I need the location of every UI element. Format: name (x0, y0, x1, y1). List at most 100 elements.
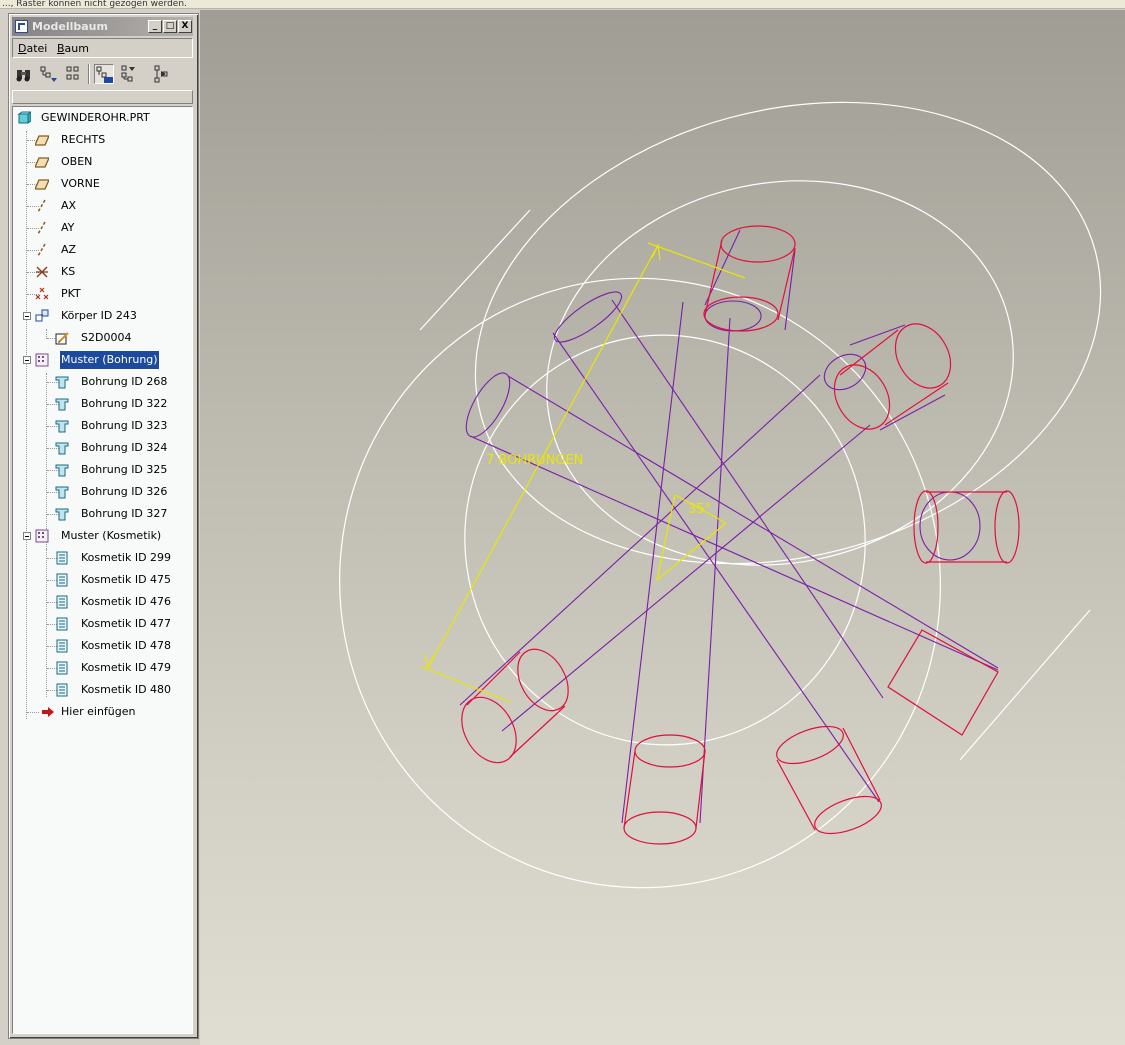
tree-column-header[interactable] (12, 90, 193, 104)
model-tree: GEWINDEROHR.PRT RECHTS OBEN VORNE AX AY (12, 106, 193, 1034)
tree-item-datum[interactable]: RECHTS (13, 131, 192, 149)
tree-item-body[interactable]: Körper ID 243 (13, 307, 192, 325)
tree-item-datum[interactable]: AX (13, 197, 192, 215)
tree-item-cosmetic[interactable]: Kosmetik ID 477 (13, 615, 192, 633)
minimize-button[interactable]: _ (148, 20, 162, 33)
tree-item-hole[interactable]: Bohrung ID 268 (13, 373, 192, 391)
tree-item-hole[interactable]: Bohrung ID 324 (13, 439, 192, 457)
tree-item-cosmetic[interactable]: Kosmetik ID 479 (13, 659, 192, 677)
hole-icon (55, 398, 69, 411)
hole-icon (55, 486, 69, 499)
cosmetic-thread-icon (56, 617, 68, 631)
cosmetic-thread-icon (56, 551, 68, 565)
menu-baum-label: aum (64, 42, 89, 55)
tree-item-label: AY (61, 221, 75, 234)
coordinate-system-icon (36, 266, 48, 278)
tree-item-label: Kosmetik ID 477 (81, 617, 172, 630)
tree-item-cosmetic[interactable]: Kosmetik ID 478 (13, 637, 192, 655)
tree-item-datum[interactable]: VORNE (13, 175, 192, 193)
cosmetic-thread-icon (56, 639, 68, 653)
tree-item-label: Kosmetik ID 475 (81, 573, 172, 586)
datum-plane-icon (35, 135, 49, 146)
settings-filter-icon[interactable] (39, 64, 59, 84)
tree-columns-icon[interactable] (64, 64, 84, 84)
collapse-toggle[interactable] (23, 532, 31, 540)
hole-icon (55, 508, 69, 521)
menu-baum[interactable]: Baum (57, 42, 89, 55)
tree-item-label: Hier einfügen (61, 705, 136, 718)
show-icon[interactable] (14, 64, 34, 84)
layer-tree-icon[interactable] (94, 64, 114, 84)
cosmetic-thread-icon (56, 595, 68, 609)
collapse-toggle[interactable] (23, 356, 31, 364)
tree-item-sketch[interactable]: S2D0004 (13, 329, 192, 347)
datum-plane-icon (35, 179, 49, 190)
tree-item-label: Bohrung ID 323 (81, 419, 168, 432)
tree-item-label: Kosmetik ID 478 (81, 639, 172, 652)
tree-item-hole[interactable]: Bohrung ID 327 (13, 505, 192, 523)
tree-item-hole[interactable]: Bohrung ID 325 (13, 461, 192, 479)
maximize-button[interactable]: □ (163, 20, 177, 33)
tree-item-datum[interactable]: OBEN (13, 153, 192, 171)
menu-datei-label: atei (26, 42, 48, 55)
silhouette-line-1 (419, 209, 531, 331)
collapse-toggle[interactable] (23, 312, 31, 320)
datum-axis-icon (37, 243, 46, 257)
menu-baum-accel: B (57, 42, 65, 55)
tree-item-datum[interactable]: KS (13, 263, 192, 281)
menu-datei[interactable]: Datei (18, 42, 47, 55)
tree-item-cosmetic[interactable]: Kosmetik ID 476 (13, 593, 192, 611)
datum-axis-icon (37, 199, 46, 213)
cosmetic-thread-icon (56, 683, 68, 697)
pattern-icon (35, 529, 49, 543)
tree-item-label: Kosmetik ID 476 (81, 595, 172, 608)
angle-dimension[interactable]: 35° (688, 502, 711, 517)
hole-icon (55, 442, 69, 455)
cosmetic-thread-icon (56, 661, 68, 675)
tree-item-label: VORNE (61, 177, 100, 190)
tree-item-datum[interactable]: AZ (13, 241, 192, 259)
tree-item-datum[interactable]: PKT (13, 285, 192, 303)
tree-item-label: Bohrung ID 268 (81, 375, 168, 388)
tree-item-hole[interactable]: Bohrung ID 326 (13, 483, 192, 501)
cosmetic-thread-icon (56, 573, 68, 587)
window-title: Modellbaum (32, 20, 108, 33)
tree-item-pattern-cosmetic[interactable]: Muster (Kosmetik) (13, 527, 192, 545)
tree-item-label: OBEN (61, 155, 93, 168)
tree-item-pattern-holes[interactable]: Muster (Bohrung) (13, 350, 192, 370)
model-wireframe[interactable]: 7 BOHRUNGEN 35° (200, 10, 1125, 1045)
tree-item-label: S2D0004 (81, 331, 132, 344)
tree-item-label: AZ (61, 243, 77, 256)
hole-icon (55, 420, 69, 433)
toolbar-separator (88, 64, 90, 84)
hole-icon (55, 464, 69, 477)
tree-item-datum[interactable]: AY (13, 219, 192, 237)
tree-item-cosmetic[interactable]: Kosmetik ID 475 (13, 571, 192, 589)
status-bar: ..., Raster können nicht gezogen werden. (0, 0, 1125, 9)
tree-item-label-selected: Muster (Bohrung) (59, 350, 160, 370)
hole-count-dimension[interactable]: 7 BOHRUNGEN (486, 453, 583, 468)
tree-item-label: Bohrung ID 322 (81, 397, 168, 410)
tree-item-cosmetic[interactable]: Kosmetik ID 299 (13, 549, 192, 567)
close-button[interactable]: X (178, 20, 192, 33)
tree-item-label: Bohrung ID 324 (81, 441, 168, 454)
tree-item-root-label: GEWINDEROHR.PRT (41, 111, 150, 124)
tree-toolbar (12, 62, 193, 88)
expand-all-icon[interactable] (119, 64, 139, 84)
window-titlebar[interactable]: Modellbaum _ □ X (12, 17, 193, 36)
sketch-icon (55, 332, 69, 345)
tree-item-hole[interactable]: Bohrung ID 323 (13, 417, 192, 435)
datum-axis-icon (37, 221, 46, 235)
hole-icon (55, 376, 69, 389)
outer-shell-front (339, 277, 941, 889)
tree-item-cosmetic[interactable]: Kosmetik ID 480 (13, 681, 192, 699)
tree-item-root[interactable]: GEWINDEROHR.PRT (13, 109, 192, 127)
insert-icon[interactable] (152, 64, 172, 84)
part-icon (17, 111, 31, 124)
graphics-viewport[interactable]: 7 BOHRUNGEN 35° (200, 10, 1125, 1045)
body-icon (35, 309, 49, 322)
tree-item-hole[interactable]: Bohrung ID 322 (13, 395, 192, 413)
model-tree-app-icon (15, 20, 28, 33)
menu-bar: Datei Baum (12, 38, 193, 58)
tree-item-insert-here[interactable]: Hier einfügen (13, 703, 192, 721)
